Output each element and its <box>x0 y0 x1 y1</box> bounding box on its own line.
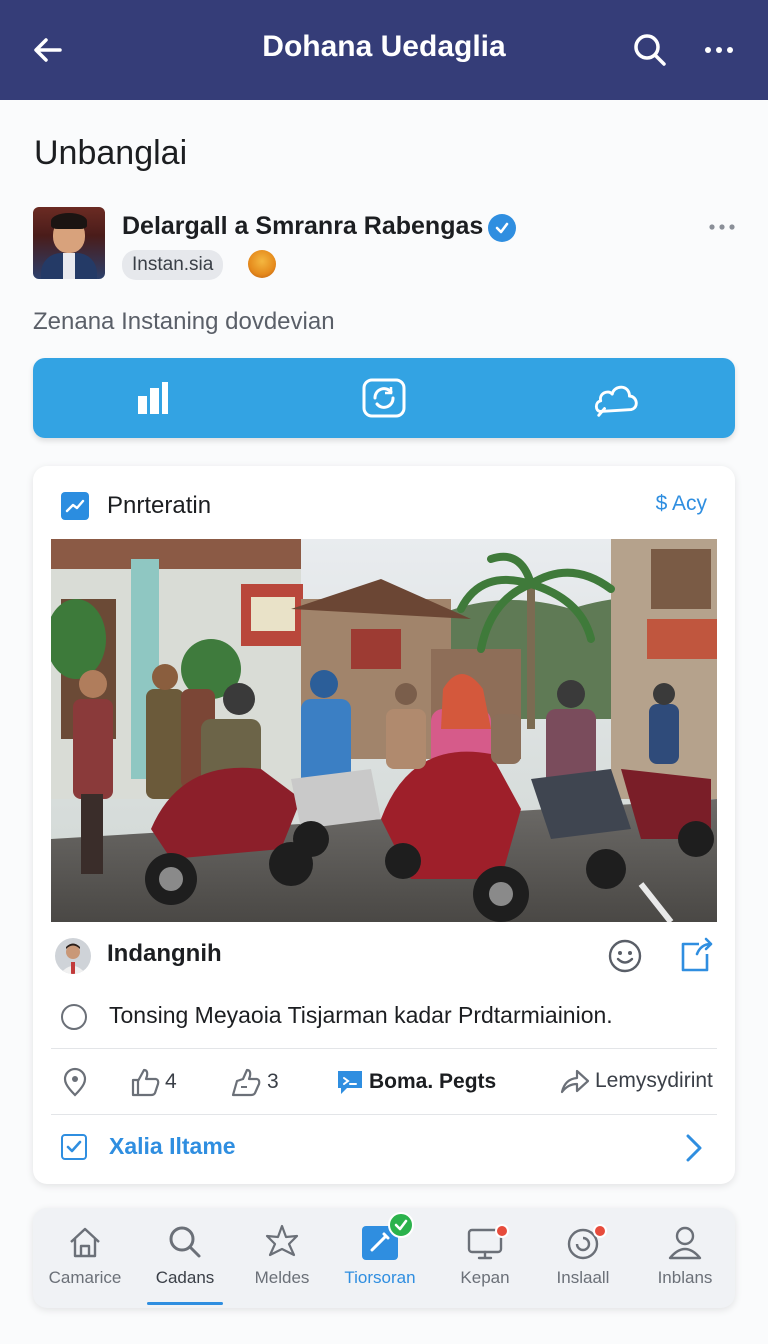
poster-row: Indangnih <box>51 936 717 980</box>
nav-item-refresh[interactable]: Inslaall <box>533 1222 633 1302</box>
refresh-icon <box>563 1222 607 1262</box>
footer-link-row[interactable]: Xalia Iltame <box>61 1130 711 1166</box>
chevron-right-icon[interactable] <box>681 1132 705 1164</box>
location-button[interactable] <box>61 1067 89 1097</box>
emoji-icon <box>248 250 276 278</box>
verified-badge-icon <box>488 214 516 242</box>
like-button[interactable]: 4 <box>129 1067 177 1097</box>
user-icon <box>665 1222 705 1262</box>
star-icon <box>262 1222 302 1262</box>
card-action-link[interactable]: $ Acy <box>656 492 707 516</box>
page-content: Unbanglai Delargall a Smranra Rabengas I… <box>0 100 768 1344</box>
forward-button[interactable]: Lemysydirint <box>559 1067 713 1095</box>
stats-button[interactable] <box>128 376 176 420</box>
profile-name[interactable]: Delargall a Smranra Rabengas <box>122 212 483 241</box>
post-stats: 4 3 Boma. Pegts Lemysydirint <box>51 1059 717 1103</box>
cloud-button[interactable] <box>593 376 641 420</box>
nav-label: Inslaall <box>556 1268 610 1287</box>
thumbs-up-icon <box>131 1068 160 1097</box>
section-title: Unbanglai <box>34 134 188 172</box>
comments-label: Boma. Pegts <box>369 1070 497 1093</box>
location-pin-icon <box>63 1067 87 1097</box>
profile-menu-button[interactable] <box>700 212 744 242</box>
profile-subtitle: Zenana Instaning dovdevian <box>33 308 335 335</box>
divider <box>51 1114 717 1115</box>
divider <box>51 1048 717 1049</box>
app-header: Dohana Uedaglia <box>0 0 768 100</box>
more-options-button[interactable] <box>700 30 740 70</box>
monitor-icon <box>465 1222 509 1262</box>
more-horizontal-icon <box>709 224 735 230</box>
bottom-navigation: Camarice Cadans Meldes Tiorsoran Kepan I… <box>33 1208 735 1308</box>
street-scene-image <box>51 539 717 922</box>
profile-avatar[interactable] <box>33 207 105 279</box>
comment-radio[interactable] <box>61 1004 87 1030</box>
notification-dot-icon <box>495 1224 509 1238</box>
nav-label: Inblans <box>657 1268 713 1287</box>
forward-label: Lemysydirint <box>595 1069 713 1092</box>
comment-bubble-icon <box>338 1071 362 1094</box>
search-icon <box>165 1222 205 1262</box>
footer-label: Xalia Iltame <box>109 1133 236 1159</box>
notification-dot-icon <box>593 1224 607 1238</box>
post-card: Pnrteratin $ Acy Indangnih Tonsing Meyao… <box>33 466 735 1184</box>
camera-button[interactable] <box>360 376 408 420</box>
forward-arrow-icon <box>560 1069 590 1094</box>
comment-text: Tonsing Meyaoia Tisjarman kadar Prdtarmi… <box>109 1002 613 1028</box>
nav-item-edit[interactable]: Tiorsoran <box>330 1212 430 1302</box>
search-button[interactable] <box>630 30 670 70</box>
comments-button[interactable]: Boma. Pegts <box>335 1067 496 1097</box>
thumbs-share-icon <box>231 1068 261 1097</box>
smile-icon <box>608 939 642 973</box>
nav-item-home[interactable]: Camarice <box>35 1222 135 1302</box>
poster-avatar[interactable] <box>55 938 91 974</box>
nav-item-monitor[interactable]: Kepan <box>435 1222 535 1302</box>
like-count: 4 <box>165 1070 177 1093</box>
nav-item-profile[interactable]: Inblans <box>635 1222 735 1302</box>
home-icon <box>65 1222 105 1262</box>
post-photo[interactable] <box>51 539 717 922</box>
search-icon <box>634 34 666 66</box>
nav-label: Kepan <box>460 1268 510 1287</box>
nav-label: Cadans <box>155 1268 215 1287</box>
nav-item-star[interactable]: Meldes <box>232 1222 332 1302</box>
nav-label: Meldes <box>254 1268 310 1287</box>
camera-refresh-icon <box>362 378 406 418</box>
card-title: Pnrteratin <box>107 492 212 519</box>
share-square-icon <box>681 937 713 972</box>
nav-label: Camarice <box>48 1268 122 1287</box>
check-badge-icon <box>388 1212 414 1238</box>
share-count: 3 <box>267 1070 279 1093</box>
cloud-icon <box>594 385 638 417</box>
comment-row[interactable]: Tonsing Meyaoia Tisjarman kadar Prdtarmi… <box>61 1000 711 1036</box>
more-horizontal-icon <box>705 47 733 53</box>
bar-chart-icon <box>138 382 168 414</box>
trending-icon <box>61 492 89 520</box>
profile-handle[interactable]: Instan.sia <box>122 250 224 280</box>
share-out-button[interactable] <box>675 936 715 976</box>
nav-item-search[interactable]: Cadans <box>135 1222 235 1302</box>
poster-name[interactable]: Indangnih <box>107 940 222 968</box>
edit-icon <box>360 1212 414 1262</box>
action-bar <box>33 358 735 438</box>
checkbox-icon[interactable] <box>61 1134 87 1160</box>
reshare-button[interactable]: 3 <box>229 1067 279 1097</box>
react-button[interactable] <box>607 938 643 974</box>
nav-active-indicator <box>147 1302 223 1305</box>
nav-label: Tiorsoran <box>344 1268 416 1287</box>
